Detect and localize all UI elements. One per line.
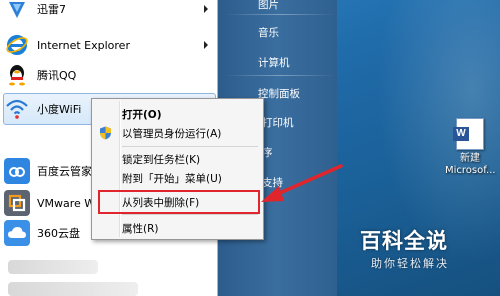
right-item-computer[interactable]: 计算机 bbox=[258, 55, 290, 70]
right-item-pictures[interactable]: 图片 bbox=[258, 0, 279, 12]
right-pane-divider bbox=[225, 75, 335, 76]
submenu-arrow-icon bbox=[204, 5, 208, 13]
program-label: 迅雷7 bbox=[37, 3, 66, 16]
menu-item-pin-taskbar[interactable]: 锁定到任务栏(K) bbox=[122, 152, 200, 167]
watermark: 百科全说 助你轻松解决 bbox=[360, 225, 470, 271]
context-menu: 打开(O) 以管理员身份运行(A) 锁定到任务栏(K) 附到「开始」菜单(U) … bbox=[91, 98, 264, 240]
menu-item-properties[interactable]: 属性(R) bbox=[122, 221, 159, 236]
desktop-icon-word-document[interactable]: W 新建 Microsof... bbox=[445, 118, 496, 177]
program-thunder[interactable]: 迅雷7 bbox=[4, 0, 214, 24]
menu-item-run-as-admin[interactable]: 以管理员身份运行(A) bbox=[122, 126, 221, 141]
program-label: 腾讯QQ bbox=[37, 69, 77, 82]
program-label: 小度WiFi bbox=[37, 103, 82, 116]
program-label: Internet Explorer bbox=[37, 38, 130, 52]
right-item-music[interactable]: 音乐 bbox=[258, 25, 279, 40]
menu-item-remove-from-list[interactable]: 从列表中删除(F) bbox=[122, 195, 199, 210]
360-cloud-icon bbox=[4, 220, 30, 246]
menu-item-pin-start[interactable]: 附到「开始」菜单(U) bbox=[122, 171, 222, 186]
right-item-printers[interactable]: 打印机 bbox=[262, 115, 294, 130]
internet-explorer-icon bbox=[4, 32, 30, 58]
menu-separator bbox=[122, 214, 258, 215]
blurred-program-entry bbox=[8, 260, 98, 274]
blurred-program-entry bbox=[8, 282, 138, 296]
program-internet-explorer[interactable]: Internet Explorer bbox=[4, 30, 214, 60]
menu-item-open[interactable]: 打开(O) bbox=[122, 107, 162, 122]
program-qq[interactable]: 腾讯QQ bbox=[4, 60, 214, 90]
program-label: 百度云管家 bbox=[37, 165, 92, 178]
menu-separator bbox=[122, 146, 258, 147]
desktop-icon-label: 新建 Microsof... bbox=[445, 153, 496, 176]
menu-gutter bbox=[119, 101, 121, 237]
annotation-arrow-icon bbox=[261, 164, 343, 202]
submenu-arrow-icon bbox=[204, 41, 208, 49]
right-pane-divider bbox=[225, 14, 335, 15]
baidu-cloud-icon bbox=[4, 158, 30, 184]
qq-penguin-icon bbox=[4, 62, 30, 88]
program-label: VMware W bbox=[37, 196, 96, 210]
vmware-icon bbox=[4, 190, 30, 216]
thunder-icon bbox=[4, 0, 30, 22]
right-item-control-panel[interactable]: 控制面板 bbox=[258, 86, 300, 101]
word-document-icon: W bbox=[453, 118, 484, 150]
watermark-title: 百科全说 bbox=[360, 229, 448, 253]
program-label: 360云盘 bbox=[37, 227, 80, 240]
uac-shield-icon bbox=[99, 126, 112, 140]
watermark-subtitle: 助你轻松解决 bbox=[371, 257, 449, 270]
wifi-icon bbox=[4, 96, 30, 122]
